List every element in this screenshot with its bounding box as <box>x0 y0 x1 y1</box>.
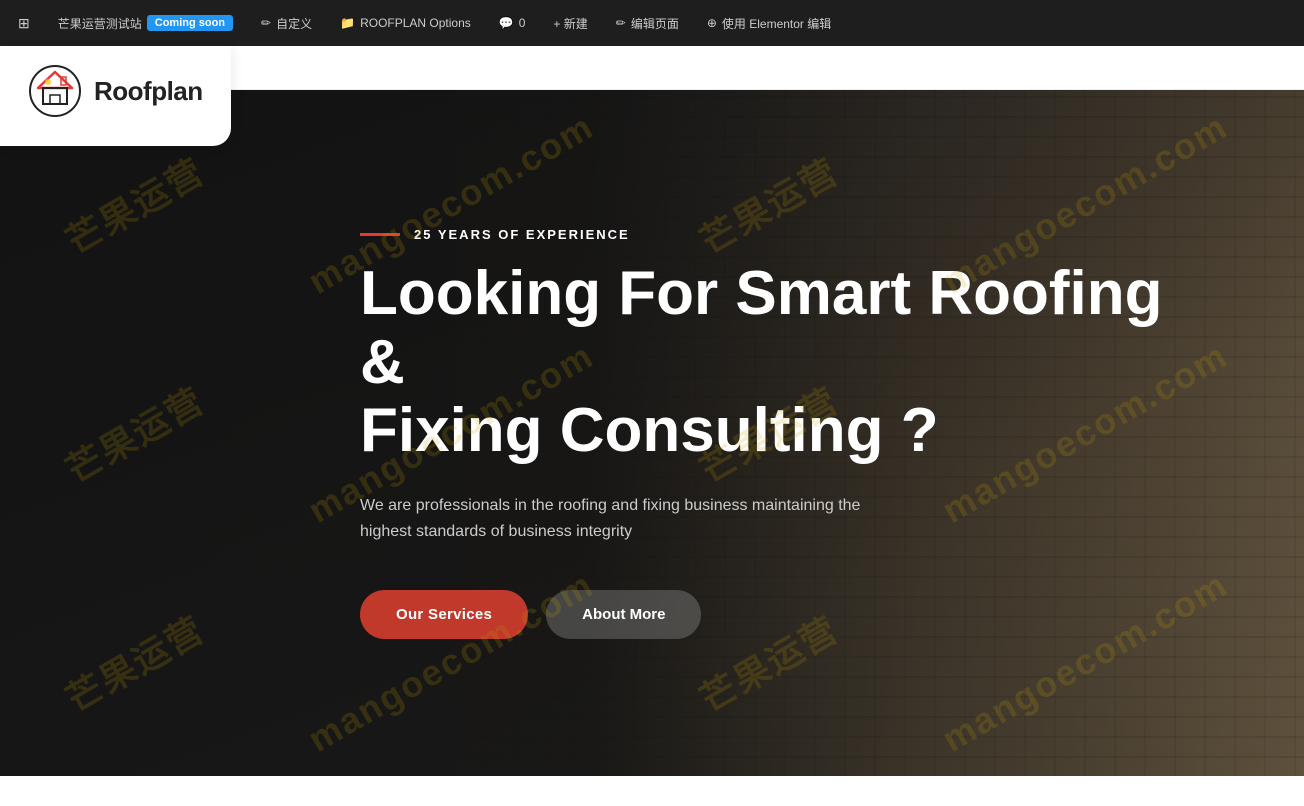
edit-page-item[interactable]: ✏ 编辑页面 <box>610 11 685 36</box>
edit-page-label: 编辑页面 <box>631 15 679 32</box>
elementor-item[interactable]: ⊕ 使用 Elementor 编辑 <box>701 11 837 36</box>
roofplan-options-label: ROOFPLAN Options <box>360 16 471 30</box>
logo-area: Roofplan <box>0 46 231 146</box>
hero-title-line2: Fixing Consulting ? <box>360 396 939 465</box>
wordpress-icon: ⊞ <box>18 15 30 32</box>
elementor-label: 使用 Elementor 编辑 <box>722 15 831 32</box>
comments-count: 0 <box>519 16 526 30</box>
hero-subtitle: We are professionals in the roofing and … <box>360 493 900 546</box>
hero-title-line1: Looking For Smart Roofing & <box>360 259 1163 396</box>
comment-icon: 💬 <box>499 16 514 30</box>
comments-item[interactable]: 💬 0 <box>493 12 532 34</box>
hero-buttons: Our Services About More <box>360 590 1304 639</box>
site-name-text: 芒果运营测试站 <box>58 15 142 32</box>
experience-line: 25 YEARS OF EXPERIENCE <box>360 227 1304 242</box>
coming-soon-badge: Coming soon <box>147 15 233 31</box>
hero-content: 25 YEARS OF EXPERIENCE Looking For Smart… <box>0 90 1304 776</box>
logo-icon <box>28 64 82 118</box>
about-button[interactable]: About More <box>546 590 701 639</box>
site-name-item[interactable]: 芒果运营测试站 Coming soon <box>52 11 239 36</box>
customize-item[interactable]: ✏ 自定义 <box>255 11 318 36</box>
customize-icon: ✏ <box>261 16 271 30</box>
new-item[interactable]: + 新建 <box>547 11 593 36</box>
wp-logo-item[interactable]: ⊞ <box>12 11 36 36</box>
folder-icon: 📁 <box>340 16 355 30</box>
admin-bar: ⊞ 芒果运营测试站 Coming soon ✏ 自定义 📁 ROOFPLAN O… <box>0 0 1304 46</box>
new-label: + 新建 <box>553 15 587 32</box>
roofplan-options-item[interactable]: 📁 ROOFPLAN Options <box>334 12 477 34</box>
customize-label: 自定义 <box>276 15 312 32</box>
logo-text: Roofplan <box>94 76 203 107</box>
edit-pencil-icon: ✏ <box>616 16 626 30</box>
services-button[interactable]: Our Services <box>360 590 528 639</box>
elementor-icon: ⊕ <box>707 16 717 30</box>
red-accent-line <box>360 233 400 236</box>
experience-label: 25 YEARS OF EXPERIENCE <box>414 227 630 242</box>
hero-title: Looking For Smart Roofing & Fixing Consu… <box>360 260 1180 465</box>
